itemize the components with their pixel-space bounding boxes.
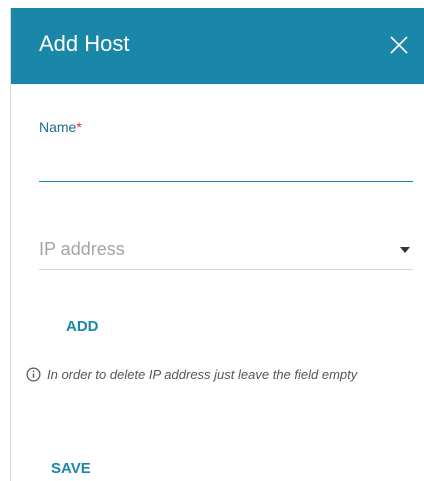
add-button[interactable]: ADD (66, 314, 99, 339)
chevron-down-icon[interactable] (400, 247, 410, 253)
name-field-label: Name* (39, 119, 82, 135)
ip-address-select[interactable]: IP address (39, 234, 413, 270)
dialog-title: Add Host (39, 31, 130, 56)
save-button[interactable]: SAVE (51, 456, 91, 481)
info-icon (26, 367, 41, 382)
close-icon[interactable] (389, 35, 409, 55)
ip-address-placeholder: IP address (39, 239, 125, 259)
add-host-dialog: Add Host Name* IP address ADD In order t… (10, 8, 424, 481)
info-note: In order to delete IP address just leave… (26, 364, 396, 386)
dialog-header: Add Host (11, 8, 424, 84)
info-text: In order to delete IP address just leave… (47, 367, 358, 382)
name-input[interactable] (39, 148, 413, 182)
name-label-text: Name (39, 119, 77, 135)
required-marker: * (76, 119, 82, 135)
